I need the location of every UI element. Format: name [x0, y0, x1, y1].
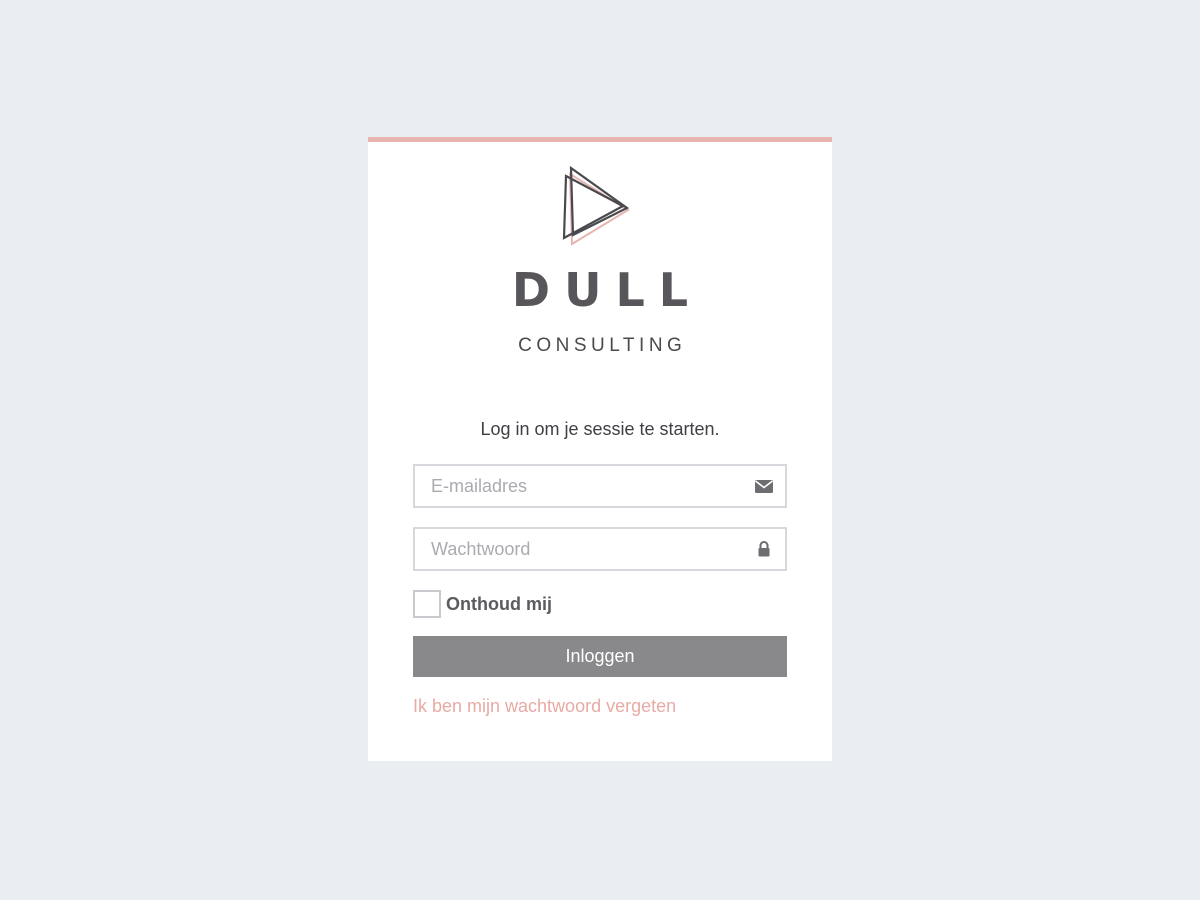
login-button[interactable]: Inloggen: [413, 636, 787, 677]
brand-tagline: CONSULTING: [518, 335, 687, 356]
login-card: DULL CONSULTING Log in om je sessie te s…: [368, 137, 832, 761]
triangle-play-logo-icon: [562, 165, 630, 246]
envelope-icon: [755, 480, 773, 493]
remember-me-checkbox[interactable]: [413, 590, 441, 618]
email-input[interactable]: [415, 466, 751, 506]
lock-icon: [758, 541, 770, 557]
login-intro-text: Log in om je sessie te starten.: [480, 419, 720, 439]
password-input[interactable]: [415, 529, 751, 569]
password-field: [413, 527, 787, 571]
brand-name: DULL: [511, 263, 703, 317]
forgot-password-link[interactable]: Ik ben mijn wachtwoord vergeten: [413, 694, 676, 718]
email-field: [413, 464, 787, 508]
remember-me-label[interactable]: Onthoud mij: [446, 593, 552, 615]
